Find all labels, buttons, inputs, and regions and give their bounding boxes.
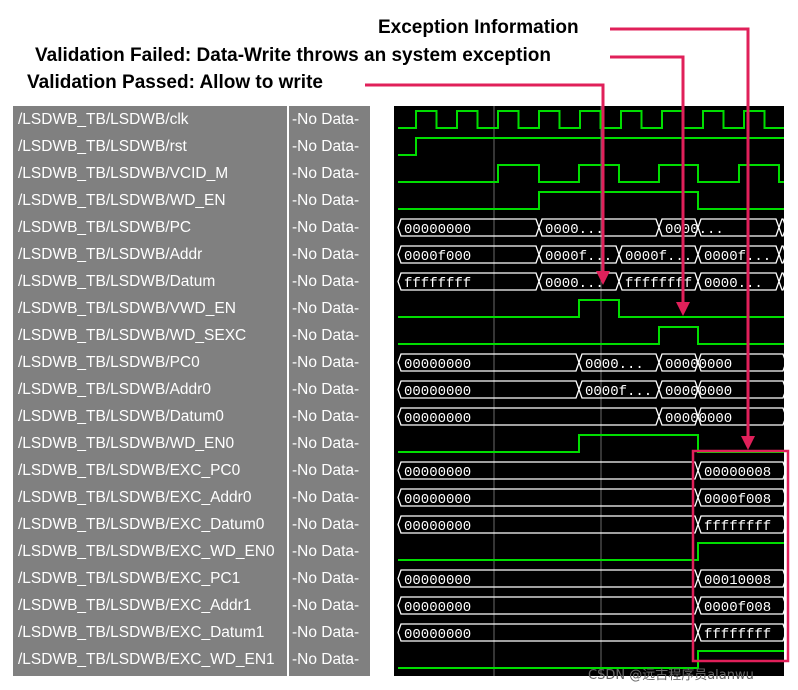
signal-value: -No Data- bbox=[292, 489, 360, 506]
pc0-bus-value: 00000000 bbox=[404, 357, 471, 373]
exc-addr1-bus-value: 00000000 bbox=[404, 600, 471, 616]
signal-value: -No Data- bbox=[292, 165, 360, 182]
waveform-panel[interactable]: 00000000 0000... 0000... 0000f000 0000f... 00… bbox=[394, 106, 784, 676]
signal-name[interactable]: /LSDWB_TB/LSDWB/EXC_Addr0 bbox=[18, 484, 288, 511]
validation-failed-label: Validation Failed: Data-Write throws an … bbox=[35, 45, 551, 66]
exc-addr0-bus-value: 0000f008 bbox=[704, 492, 771, 508]
pc-bus-value: 0000... bbox=[545, 222, 604, 238]
signal-value: -No Data- bbox=[292, 381, 360, 398]
vwd-en-wave bbox=[398, 299, 784, 318]
exc-datum1-bus-value: ffffffff bbox=[704, 627, 771, 643]
addr0-bus-value: 0000f... bbox=[585, 384, 652, 400]
signal-value: -No Data- bbox=[292, 300, 360, 317]
signal-value: -No Data- bbox=[292, 219, 360, 236]
addr-bus-value: 0000f... bbox=[704, 249, 771, 265]
vcid-m-wave bbox=[398, 164, 784, 183]
signal-value: -No Data- bbox=[292, 111, 360, 128]
signal-name[interactable]: /LSDWB_TB/LSDWB/EXC_Datum1 bbox=[18, 619, 288, 646]
signal-value: -No Data- bbox=[292, 138, 360, 155]
addr-bus-value: 0000f... bbox=[545, 249, 612, 265]
signal-value: -No Data- bbox=[292, 435, 360, 452]
watermark: CSDN @远古程序员alanwu bbox=[588, 668, 754, 683]
signal-name[interactable]: /LSDWB_TB/LSDWB/VWD_EN bbox=[18, 295, 288, 322]
addr-bus-value: 0000f... bbox=[625, 249, 692, 265]
datum-bus-value: ffffffff bbox=[625, 276, 692, 292]
signal-value: -No Data- bbox=[292, 246, 360, 263]
signal-name[interactable]: /LSDWB_TB/LSDWB/VCID_M bbox=[18, 160, 288, 187]
signal-name[interactable]: /LSDWB_TB/LSDWB/WD_EN bbox=[18, 187, 288, 214]
signal-name[interactable]: /LSDWB_TB/LSDWB/clk bbox=[18, 106, 288, 133]
signal-name[interactable]: /LSDWB_TB/LSDWB/EXC_PC1 bbox=[18, 565, 288, 592]
rst-wave bbox=[398, 137, 784, 156]
wd-en-wave bbox=[398, 191, 784, 210]
datum-bus-value: ffffffff bbox=[404, 276, 471, 292]
signal-name[interactable]: /LSDWB_TB/LSDWB/WD_SEXC bbox=[18, 322, 288, 349]
signal-value: -No Data- bbox=[292, 651, 360, 668]
validation-passed-label: Validation Passed: Allow to write bbox=[27, 72, 323, 93]
signal-name[interactable]: /LSDWB_TB/LSDWB/Addr bbox=[18, 241, 288, 268]
signal-name[interactable]: /LSDWB_TB/LSDWB/WD_EN0 bbox=[18, 430, 288, 457]
signal-name[interactable]: /LSDWB_TB/LSDWB/PC bbox=[18, 214, 288, 241]
signal-name[interactable]: /LSDWB_TB/LSDWB/EXC_WD_EN1 bbox=[18, 646, 288, 673]
signal-value: -No Data- bbox=[292, 597, 360, 614]
signal-name[interactable]: /LSDWB_TB/LSDWB/Datum0 bbox=[18, 403, 288, 430]
exc-datum0-bus-value: ffffffff bbox=[704, 519, 771, 535]
exc-addr0-bus-value: 00000000 bbox=[404, 492, 471, 508]
exc-datum1-bus-value: 00000000 bbox=[404, 627, 471, 643]
exc-addr1-bus-value: 0000f008 bbox=[704, 600, 771, 616]
signal-name[interactable]: /LSDWB_TB/LSDWB/EXC_PC0 bbox=[18, 457, 288, 484]
signal-value: -No Data- bbox=[292, 354, 360, 371]
signal-value: -No Data- bbox=[292, 408, 360, 425]
wd-en0-wave bbox=[398, 434, 784, 453]
signal-value: -No Data- bbox=[292, 192, 360, 209]
addr0-bus-value: 00000000 bbox=[404, 384, 471, 400]
exc-wd-en0-wave bbox=[398, 542, 784, 561]
signal-value: -No Data- bbox=[292, 624, 360, 641]
exception-info-label: Exception Information bbox=[378, 17, 579, 38]
signal-name[interactable]: /LSDWB_TB/LSDWB/Datum bbox=[18, 268, 288, 295]
signal-name[interactable]: /LSDWB_TB/LSDWB/Addr0 bbox=[18, 376, 288, 403]
exc-pc1-bus-value: 00010008 bbox=[704, 573, 771, 589]
exc-pc0-bus-value: 00000008 bbox=[704, 465, 771, 481]
pc-bus-segment bbox=[778, 218, 784, 237]
exc-pc0-bus-value: 00000000 bbox=[404, 465, 471, 481]
signal-value: -No Data- bbox=[292, 327, 360, 344]
waveform-canvas[interactable]: 00000000 0000... 0000... 0000f000 0000f... 00… bbox=[394, 106, 784, 676]
exc-pc1-bus-value: 00000000 bbox=[404, 573, 471, 589]
signal-value: -No Data- bbox=[292, 543, 360, 560]
signal-name[interactable]: /LSDWB_TB/LSDWB/PC0 bbox=[18, 349, 288, 376]
signal-value: -No Data- bbox=[292, 570, 360, 587]
addr-bus-segment bbox=[778, 245, 784, 264]
clk-wave bbox=[398, 110, 784, 129]
signal-value: -No Data- bbox=[292, 462, 360, 479]
datum0-bus-value: 00000000 bbox=[404, 411, 471, 427]
datum-bus-value: 0000... bbox=[704, 276, 763, 292]
pc0-bus-value: 0000... bbox=[585, 357, 644, 373]
datum-bus-segment bbox=[778, 272, 784, 291]
signal-value: -No Data- bbox=[292, 516, 360, 533]
signal-value: -No Data- bbox=[292, 273, 360, 290]
addr-bus-value: 0000f000 bbox=[404, 249, 471, 265]
datum-bus-value: 0000... bbox=[545, 276, 604, 292]
exc-datum0-bus-value: 00000000 bbox=[404, 519, 471, 535]
signal-name[interactable]: /LSDWB_TB/LSDWB/rst bbox=[18, 133, 288, 160]
wd-sexc-wave bbox=[398, 326, 784, 345]
signal-values-panel: -No Data- -No Data- -No Data- -No Data- -No … bbox=[289, 106, 370, 676]
signal-name[interactable]: /LSDWB_TB/LSDWB/EXC_Addr1 bbox=[18, 592, 288, 619]
signal-names-panel: /LSDWB_TB/LSDWB/clk/LSDWB_TB/LSDWB/rst/L… bbox=[13, 106, 287, 676]
signal-name[interactable]: /LSDWB_TB/LSDWB/EXC_WD_EN0 bbox=[18, 538, 288, 565]
signal-name[interactable]: /LSDWB_TB/LSDWB/EXC_Datum0 bbox=[18, 511, 288, 538]
pc-bus-value: 00000000 bbox=[404, 222, 471, 238]
